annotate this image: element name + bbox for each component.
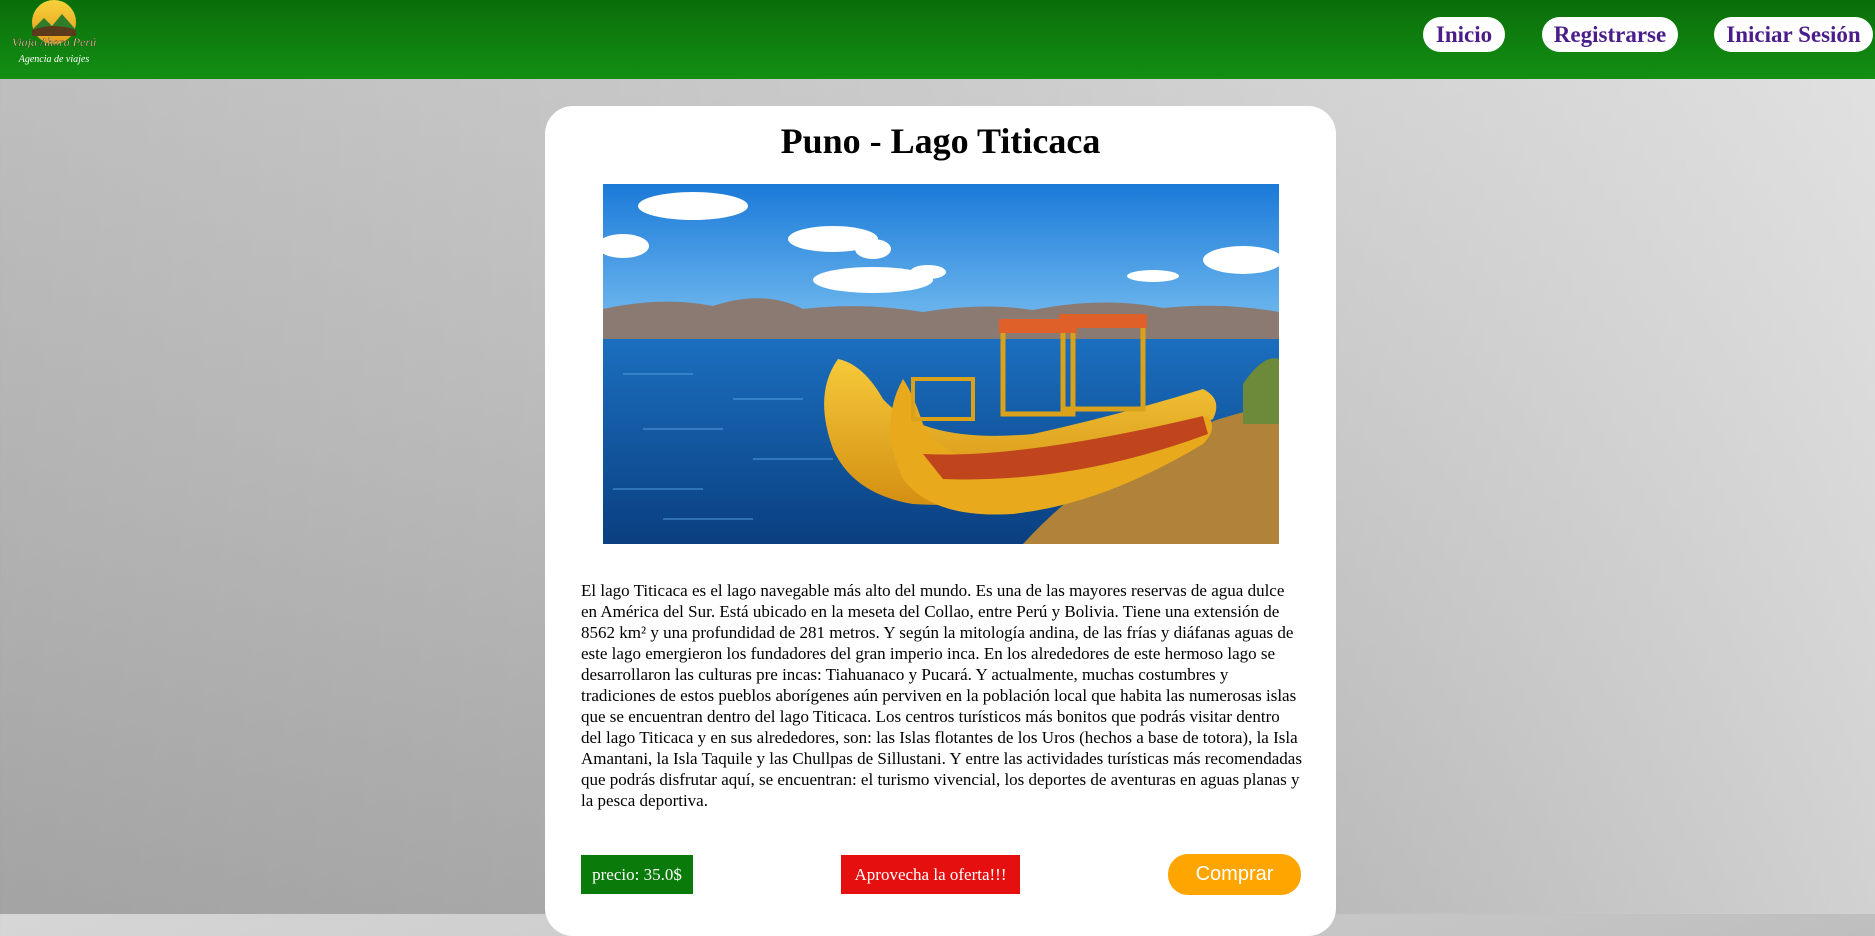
logo-text-line1: Viaja Ahora Perú — [12, 35, 96, 49]
nav-registrarse-button[interactable]: Registrarse — [1542, 17, 1678, 52]
top-navigation-bar: Viaja Ahora Perú Agencia de viajes Inici… — [0, 0, 1875, 79]
tour-card: Puno - Lago Titicaca El lago Titicaca es… — [545, 106, 1336, 936]
lake-titicaca-photo — [603, 184, 1279, 544]
nav-inicio-button[interactable]: Inicio — [1423, 17, 1505, 52]
tour-photo — [603, 184, 1279, 544]
tour-description: El lago Titicaca es el lago navegable má… — [581, 581, 1302, 810]
buy-button[interactable]: Comprar — [1168, 854, 1301, 895]
agency-logo[interactable]: Viaja Ahora Perú Agencia de viajes — [6, 0, 102, 72]
logo-text-line2: Agencia de viajes — [18, 54, 90, 65]
logo-graphic-icon: Viaja Ahora Perú Agencia de viajes — [12, 0, 96, 65]
tour-title: Puno - Lago Titicaca — [780, 121, 1101, 161]
nav-iniciar-sesion-button[interactable]: Iniciar Sesión — [1714, 17, 1873, 52]
offer-badge: Aprovecha la oferta!!! — [841, 855, 1020, 894]
price-badge: precio: 35.0$ — [581, 855, 693, 894]
